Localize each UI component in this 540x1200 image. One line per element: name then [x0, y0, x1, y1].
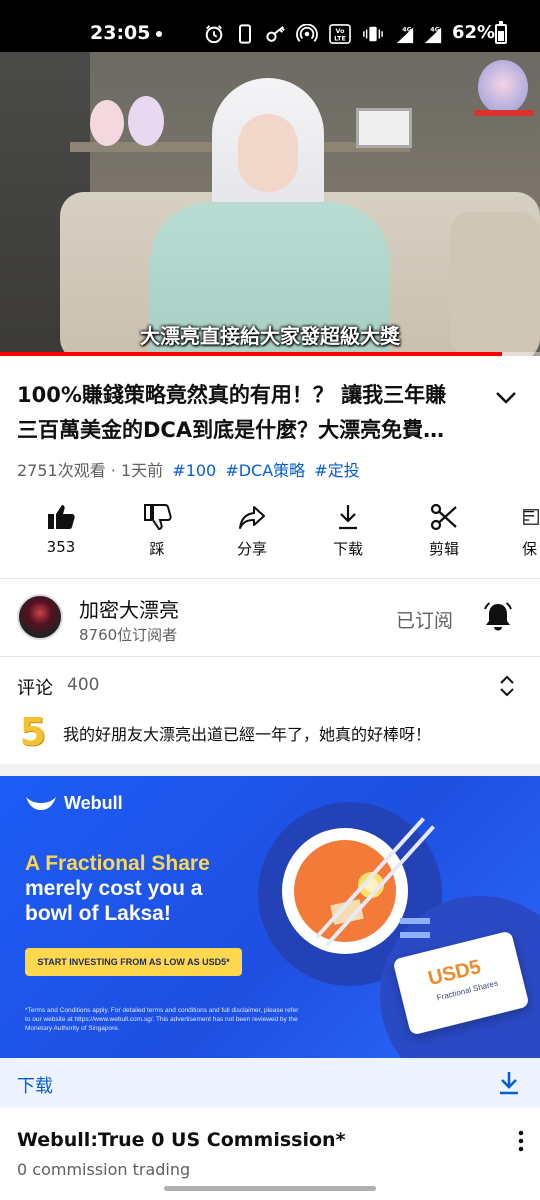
signal-4g-icon: 4G — [396, 26, 414, 44]
subscriber-count: 8760位订阅者 — [79, 626, 178, 644]
view-count: 2751次观看 — [17, 461, 106, 480]
notification-dot — [156, 31, 162, 37]
video-scene-plush — [90, 100, 124, 146]
top-comment-text[interactable]: 我的好朋友大漂亮出道已經一年了，她真的好棒呀！ — [63, 721, 431, 745]
hashtag-link[interactable]: #DCA策略 — [225, 461, 305, 480]
video-scene-plush — [128, 96, 164, 146]
gesture-home-bar[interactable] — [164, 1186, 376, 1191]
webull-logo-icon — [26, 797, 56, 810]
video-meta[interactable]: 2751次观看 · 1天前 #100 #DCA策略 #定投 — [17, 457, 360, 481]
dislike-label: 踩 — [149, 540, 165, 558]
ad-headline-line: A Fractional Share — [25, 852, 210, 875]
upload-time: 1天前 — [121, 461, 164, 480]
hashtag-link[interactable]: #定投 — [314, 461, 359, 480]
comments-count: 400 — [67, 675, 100, 695]
battery-level-fill — [498, 31, 504, 41]
like-button[interactable]: 353 — [21, 500, 101, 556]
hashtag-link[interactable]: #100 — [172, 461, 216, 480]
status-bar: 23:05 Vo LTE 4G 4G 62% — [0, 0, 540, 52]
channel-avatar[interactable] — [17, 594, 63, 640]
svg-text:Vo: Vo — [336, 28, 346, 35]
save-label: 保 — [522, 540, 538, 558]
equals-sign-illustration — [400, 918, 430, 924]
save-icon — [523, 509, 539, 525]
subscribed-button[interactable]: 已订阅 — [396, 606, 453, 633]
dislike-button[interactable]: 踩 — [117, 500, 197, 559]
channel-name[interactable]: 加密大漂亮 — [79, 594, 179, 623]
comment-author-avatar[interactable]: 5 — [18, 712, 48, 752]
divider — [0, 578, 540, 579]
download-icon — [339, 505, 357, 530]
battery-icon — [495, 21, 507, 44]
notification-bell-icon[interactable] — [481, 600, 515, 634]
ad-subtitle: 0 commission trading — [17, 1160, 191, 1179]
like-count: 353 — [46, 538, 76, 556]
thumbs-down-icon — [144, 504, 172, 531]
ad-download-row[interactable]: 下载 — [0, 1058, 540, 1108]
download-label: 下载 — [332, 540, 363, 558]
expand-collapse-icon[interactable] — [496, 673, 518, 699]
ad-download-label[interactable]: 下载 — [17, 1072, 53, 1098]
svg-text:4G: 4G — [402, 26, 412, 33]
svg-text:LTE: LTE — [334, 35, 346, 42]
ad-brand-name: Webull — [64, 793, 123, 813]
status-time: 23:05 — [90, 22, 151, 44]
video-actions: 353 踩 分享 下载 剪辑 保 — [0, 500, 540, 572]
ad-title[interactable]: Webull:True 0 US Commission* — [17, 1129, 346, 1151]
more-options-icon[interactable] — [512, 1128, 530, 1154]
clip-label: 剪辑 — [428, 540, 459, 558]
share-button[interactable]: 分享 — [212, 500, 292, 559]
save-button[interactable]: 保 — [500, 500, 540, 559]
video-title[interactable]: 100%賺錢策略竟然真的有用！？ 讓我三年賺三百萬美金的DCA到底是什麼？大漂亮… — [17, 378, 467, 450]
video-scene-picture-frame — [356, 108, 412, 148]
channel-watermark-label — [474, 110, 534, 116]
volte-icon: Vo LTE — [329, 24, 351, 44]
ad-fine-print: *Terms and Conditions apply. For detaile… — [25, 1007, 299, 1032]
ad-headline-line: merely cost you a — [25, 877, 203, 900]
channel-watermark-avatar — [478, 60, 528, 114]
video-subtitle: 大漂亮直接給大家發超級大獎 — [140, 324, 400, 348]
download-button[interactable]: 下载 — [308, 500, 388, 559]
chevron-down-icon[interactable] — [490, 384, 522, 412]
video-progress-fill — [0, 352, 503, 356]
key-icon — [266, 25, 285, 42]
meta-separator: · — [105, 461, 121, 480]
share-icon — [239, 506, 265, 529]
share-label: 分享 — [236, 540, 267, 558]
section-gap — [0, 764, 540, 776]
comments-title[interactable]: 评论 — [17, 674, 53, 700]
thumbs-up-icon — [48, 505, 75, 529]
vibrate-icon — [363, 26, 383, 42]
clip-button[interactable]: 剪辑 — [404, 500, 484, 559]
alarm-icon — [205, 25, 223, 44]
ad-cta-button[interactable]: START INVESTING FROM AS LOW AS USD5* — [25, 948, 242, 976]
divider — [0, 656, 540, 657]
svg-text:4G: 4G — [430, 26, 440, 33]
equals-sign-illustration — [400, 932, 430, 938]
video-scene-person-face — [238, 114, 298, 192]
battery-percent: 62% — [452, 22, 496, 43]
signal-4g-icon: 4G — [424, 26, 442, 44]
phone-icon — [239, 24, 251, 44]
hotspot-icon — [296, 24, 318, 42]
ad-banner[interactable]: Webull A Fractional Share merely cost yo… — [0, 776, 540, 1058]
scissors-icon — [430, 503, 457, 531]
video-player[interactable]: 大漂亮直接給大家發超級大獎 — [0, 52, 540, 356]
download-icon[interactable] — [497, 1070, 521, 1096]
ad-headline-line: bowl of Laksa! — [25, 902, 171, 925]
